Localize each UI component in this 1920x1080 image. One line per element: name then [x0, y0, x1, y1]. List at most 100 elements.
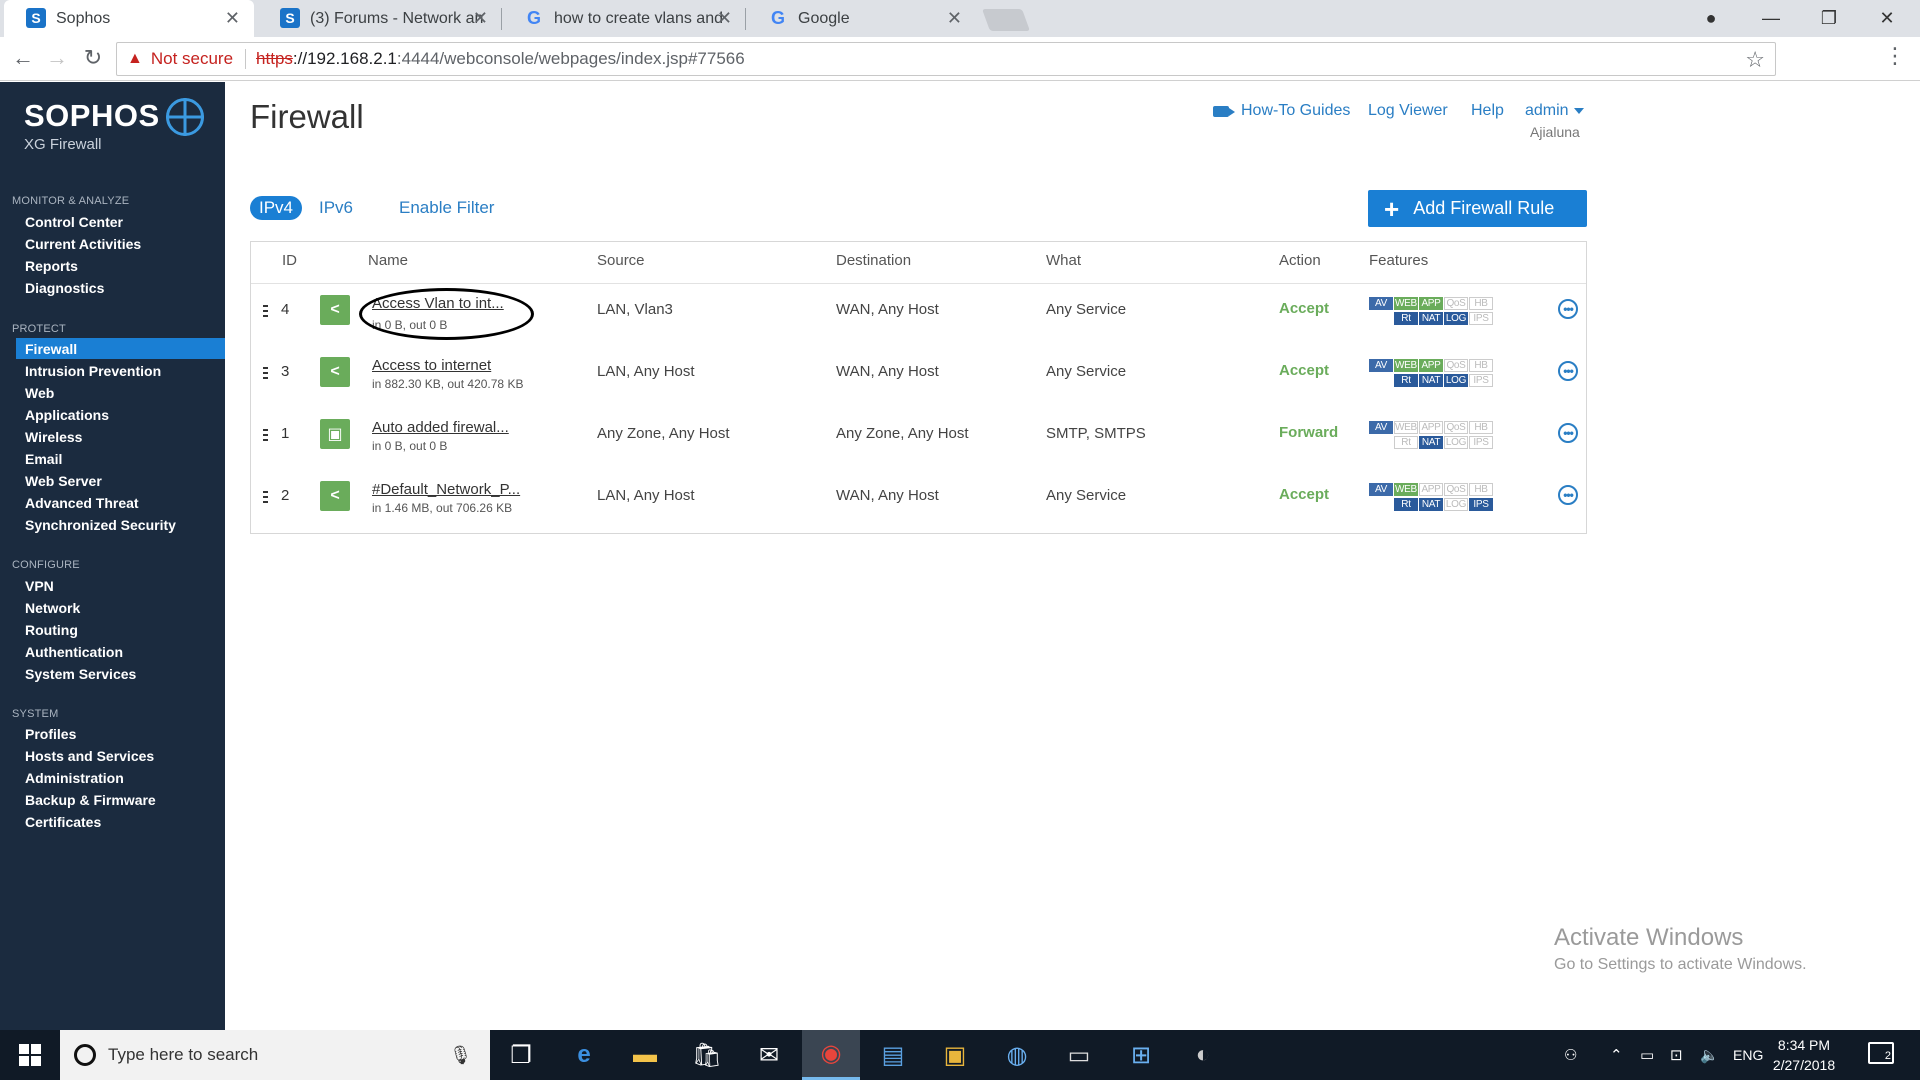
rule-id: 1 [281, 425, 290, 442]
network-icon[interactable]: ⊡ [1670, 1030, 1683, 1080]
more-options-icon[interactable]: ••• [1558, 485, 1578, 505]
product-name: XG Firewall [24, 136, 102, 153]
sidebar-item-email[interactable]: Email [16, 448, 225, 469]
ipv6-tab[interactable]: IPv6 [319, 196, 353, 220]
sidebar-item-wireless[interactable]: Wireless [16, 426, 225, 447]
restore-icon[interactable]: ❐ [1806, 0, 1852, 37]
sidebar-item-web-server[interactable]: Web Server [16, 470, 225, 491]
sidebar-item-administration[interactable]: Administration [16, 767, 225, 788]
drag-handle-icon[interactable] [263, 367, 268, 382]
battery-icon[interactable]: ▭ [1640, 1030, 1654, 1080]
close-tab-icon[interactable]: ✕ [225, 8, 240, 29]
people-icon[interactable]: ⚇ [1564, 1030, 1577, 1080]
outlook-icon[interactable]: ▤ [864, 1030, 922, 1080]
close-window-icon[interactable]: ✕ [1864, 0, 1910, 37]
minimize-icon[interactable]: — [1748, 0, 1794, 37]
sidebar-item-intrusion-prevention[interactable]: Intrusion Prevention [16, 360, 225, 381]
rule-name-link[interactable]: #Default_Network_P... [372, 481, 520, 498]
ipv4-tab[interactable]: IPv4 [250, 196, 303, 220]
sidebar-item-system-services[interactable]: System Services [16, 663, 225, 684]
tab-sophos[interactable]: S Sophos ✕ [4, 0, 254, 37]
forward-icon[interactable]: → [42, 43, 72, 73]
sidebar-item-network[interactable]: Network [16, 597, 225, 618]
badge-rt: Rt [1394, 498, 1418, 511]
sidebar-item-certificates[interactable]: Certificates [16, 811, 225, 832]
help-link[interactable]: Help [1471, 102, 1504, 120]
table-row[interactable]: 3 < Access to internet in 882.30 KB, out… [251, 347, 1586, 409]
app-icon[interactable]: ▣ [926, 1030, 984, 1080]
sidebar-item-authentication[interactable]: Authentication [16, 641, 225, 662]
sophos-logo[interactable]: SOPHOS XG Firewall [24, 98, 204, 153]
rule-action: Accept [1279, 362, 1330, 379]
back-icon[interactable]: ← [8, 43, 38, 73]
user-menu[interactable]: admin [1525, 102, 1584, 120]
rule-name-link[interactable]: Access to internet [372, 357, 491, 374]
start-button[interactable] [0, 1030, 60, 1080]
address-bar[interactable]: ▲ Not secure https ://192.168.2.1 :4444/… [116, 42, 1776, 76]
sidebar-item-synchronized-security[interactable]: Synchronized Security [16, 514, 225, 535]
chrome-icon[interactable]: ◉ [802, 1030, 860, 1080]
sidebar-item-profiles[interactable]: Profiles [16, 723, 225, 744]
drag-handle-icon[interactable] [263, 305, 268, 320]
sidebar-item-backup-firmware[interactable]: Backup & Firmware [16, 789, 225, 810]
sidebar-item-current-activities[interactable]: Current Activities [16, 233, 225, 254]
new-tab-button[interactable] [981, 9, 1031, 31]
enable-filter-link[interactable]: Enable Filter [399, 196, 494, 220]
sidebar-item-vpn[interactable]: VPN [16, 575, 225, 596]
sidebar-item-applications[interactable]: Applications [16, 404, 225, 425]
taskbar-search[interactable]: Type here to search 🎙 [60, 1030, 490, 1080]
bookmark-star-icon[interactable]: ☆ [1745, 47, 1765, 73]
store-icon[interactable]: 🛍 [678, 1030, 736, 1080]
browser-menu-icon[interactable]: ⋮ [1884, 43, 1906, 69]
clock[interactable]: 8:34 PM 2/27/2018 [1764, 1035, 1844, 1075]
table-row[interactable]: 1 ▣ Auto added firewal... in 0 B, out 0 … [251, 409, 1586, 471]
add-firewall-rule-button[interactable]: + Add Firewall Rule [1368, 190, 1587, 227]
network-app-icon[interactable]: ⊞ [1112, 1030, 1170, 1080]
sidebar-item-hosts-and-services[interactable]: Hosts and Services [16, 745, 225, 766]
rule-name-link[interactable]: Auto added firewal... [372, 419, 509, 436]
reload-icon[interactable]: ↻ [78, 43, 108, 73]
rule-what: SMTP, SMTPS [1046, 425, 1146, 442]
table-row[interactable]: 2 < #Default_Network_P... in 1.46 MB, ou… [251, 471, 1586, 533]
log-viewer-link[interactable]: Log Viewer [1368, 102, 1448, 120]
volume-icon[interactable]: 🔈 [1700, 1030, 1719, 1080]
paint-icon[interactable]: ◐ [1174, 1030, 1232, 1080]
microphone-icon[interactable]: 🎙 [449, 1045, 472, 1066]
rule-name-link[interactable]: Access Vlan to int... [372, 295, 504, 312]
tab-vlans-search[interactable]: G how to create vlans and ✕ [502, 0, 746, 37]
terminal-icon[interactable]: ▭ [1050, 1030, 1108, 1080]
more-options-icon[interactable]: ••• [1558, 423, 1578, 443]
sidebar-item-web[interactable]: Web [16, 382, 225, 403]
close-tab-icon[interactable]: ✕ [717, 8, 732, 29]
more-options-icon[interactable]: ••• [1558, 299, 1578, 319]
tab-forums[interactable]: S (3) Forums - Network an ✕ [258, 0, 502, 37]
notifications-icon[interactable]: 2 [1868, 1042, 1894, 1064]
sidebar-item-advanced-threat[interactable]: Advanced Threat [16, 492, 225, 513]
task-view-icon[interactable]: ❐ [492, 1030, 550, 1080]
table-row[interactable]: 4 < Access Vlan to int... in 0 B, out 0 … [251, 285, 1586, 347]
header-divider [251, 283, 1586, 284]
drag-handle-icon[interactable] [263, 429, 268, 444]
sidebar-item-routing[interactable]: Routing [16, 619, 225, 640]
section-system: SYSTEM [12, 708, 59, 720]
howto-guides-link[interactable]: How-To Guides [1213, 102, 1350, 120]
sidebar-item-control-center[interactable]: Control Center [16, 211, 225, 232]
close-tab-icon[interactable]: ✕ [473, 8, 488, 29]
sidebar-item-diagnostics[interactable]: Diagnostics [16, 277, 225, 298]
profile-icon[interactable]: ● [1688, 0, 1734, 37]
drag-handle-icon[interactable] [263, 491, 268, 506]
close-tab-icon[interactable]: ✕ [947, 8, 962, 29]
tab-google[interactable]: G Google ✕ [746, 0, 976, 37]
more-options-icon[interactable]: ••• [1558, 361, 1578, 381]
badge-log: LOG [1444, 374, 1468, 387]
sidebar-item-reports[interactable]: Reports [16, 255, 225, 276]
globe-icon[interactable]: ◍ [988, 1030, 1046, 1080]
section-monitor: MONITOR & ANALYZE [12, 195, 130, 207]
file-explorer-icon[interactable]: ▬ [616, 1030, 674, 1080]
chevron-up-icon[interactable]: ⌃ [1610, 1030, 1623, 1080]
language-indicator[interactable]: ENG [1733, 1030, 1763, 1080]
mail-icon[interactable]: ✉ [740, 1030, 798, 1080]
badge-web: WEB [1394, 297, 1418, 310]
sidebar-item-firewall[interactable]: Firewall [16, 338, 225, 359]
edge-icon[interactable]: e [555, 1030, 613, 1080]
